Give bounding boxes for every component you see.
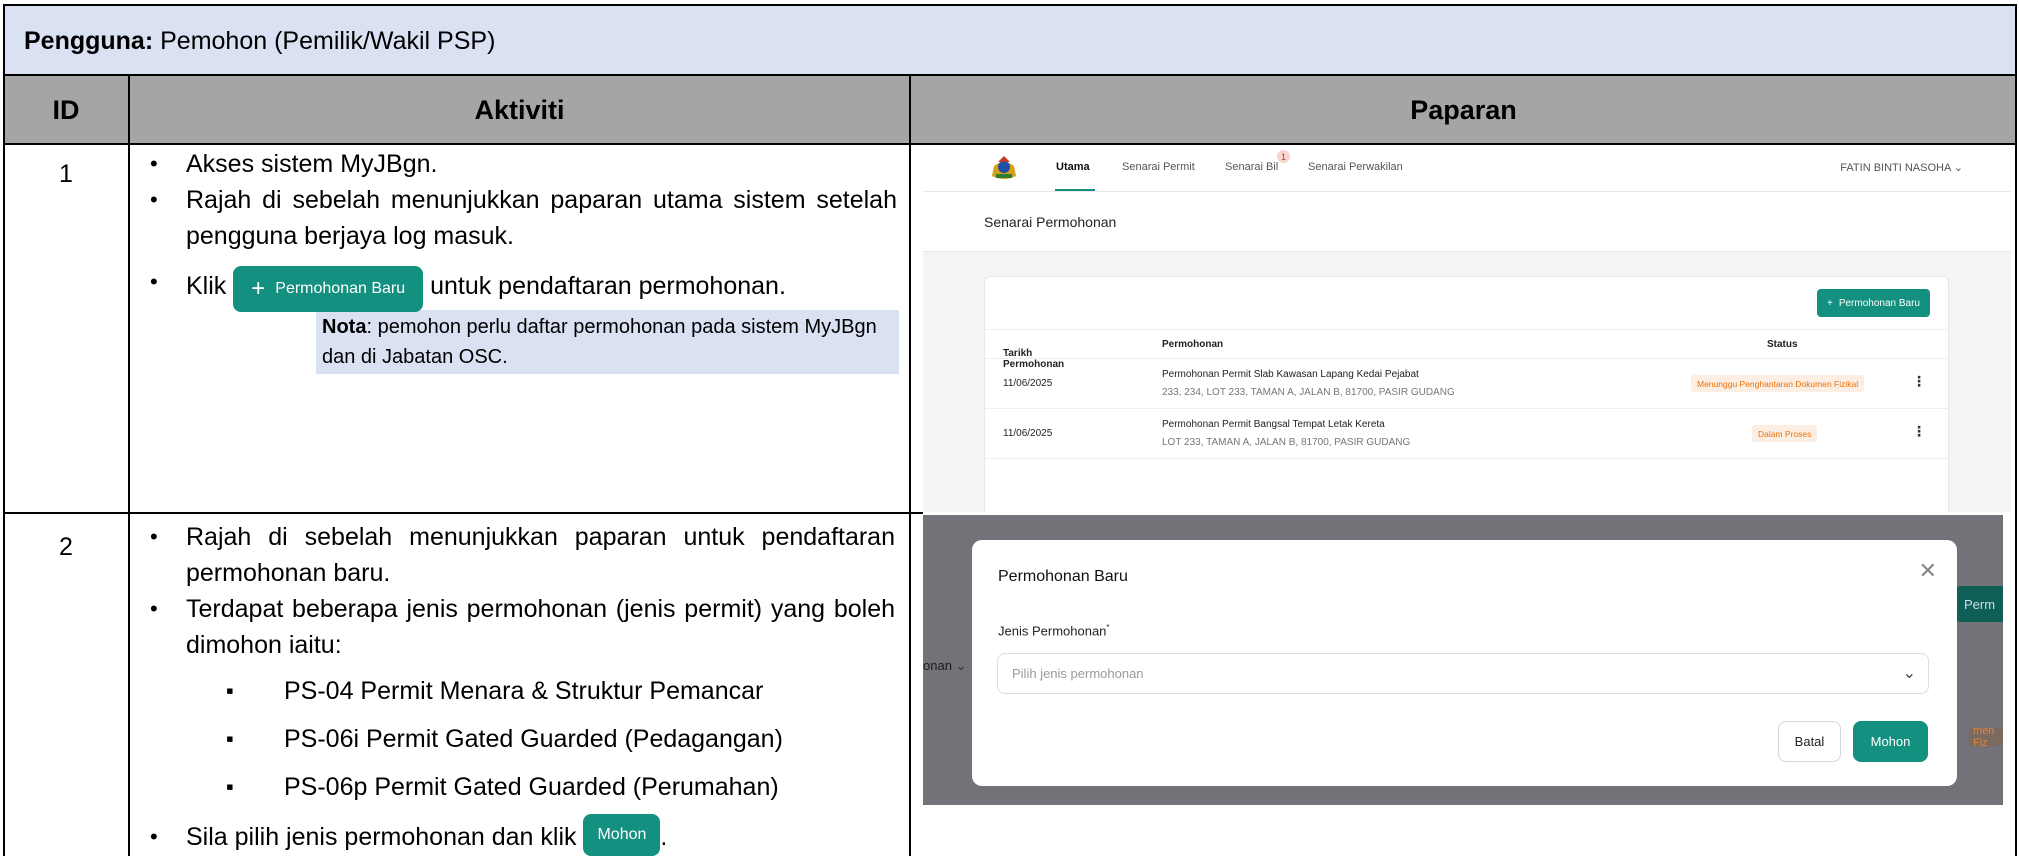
new-application-button[interactable]: + Permohonan Baru	[1816, 289, 1930, 317]
top-nav: Utama Senarai Permit Senarai Bil 1 Senar…	[923, 145, 2011, 192]
border	[3, 4, 2017, 6]
chevron-down-icon: ⌄	[1902, 665, 1916, 682]
column-application: Permohonan	[1162, 339, 1224, 350]
page-header: Senarai Permohonan	[923, 192, 2011, 252]
row-1-activity: Akses sistem MyJBgn. Rajah di sebelah me…	[130, 146, 909, 511]
column-header-activity: Aktiviti	[130, 76, 909, 144]
status-badge: Menunggu Penghantaran Dokumen Fizikal	[1691, 375, 1865, 392]
activity-bullet: Sila pilih jenis permohonan dan klik Moh…	[130, 814, 909, 856]
column-header-id: ID	[4, 76, 128, 144]
table-row[interactable]: 11/06/2025 Permohonan Permit Bangsal Tem…	[985, 409, 1948, 459]
border	[3, 512, 923, 514]
row-title: Permohonan Permit Bangsal Tempat Letak K…	[1162, 419, 1385, 430]
permit-item: PS-06p Permit Gated Guarded (Perumahan)	[130, 769, 909, 805]
table-header: Tarikh Permohonan ⌄ Permohonan Status	[985, 329, 1948, 370]
activity-bullet: Klik +Permohonan Baru untuk pendaftaran …	[130, 264, 909, 312]
row-date: 11/06/2025	[1003, 428, 1053, 439]
modal-title: Permohonan Baru	[998, 568, 1128, 585]
row-address: 233, 234, LOT 233, TAMAN A, JALAN B, 817…	[1162, 387, 1455, 398]
select-placeholder: Pilih jenis permohonan	[1012, 666, 1144, 681]
border	[909, 74, 911, 856]
close-icon[interactable]: ✕	[1919, 558, 1937, 584]
mohon-inline-button: Mohon	[583, 814, 661, 856]
nota-label: Nota	[322, 316, 367, 338]
background-column-text: onan ⌄	[923, 658, 967, 673]
row-title: Permohonan Permit Slab Kawasan Lapang Ke…	[1162, 369, 1419, 380]
activity-bullet: Rajah di sebelah menunjukkan paparan uta…	[130, 182, 897, 254]
nota-text: : pemohon perlu daftar permohonan pada s…	[322, 316, 877, 368]
activity-bullet: Rajah di sebelah menunjukkan paparan unt…	[130, 519, 895, 591]
notification-badge: 1	[1277, 150, 1290, 163]
activity-bullet: Terdapat beberapa jenis permohonan (jeni…	[130, 591, 895, 663]
nav-tab-senarai-perwakilan[interactable]: Senarai Perwakilan	[1308, 161, 1403, 173]
user-label: Pengguna:	[24, 27, 154, 55]
document-table: Pengguna: Pemohon (Pemilik/Wakil PSP) ID…	[0, 0, 2019, 856]
cancel-button[interactable]: Batal	[1778, 721, 1841, 762]
chevron-down-icon: ⌄	[1003, 348, 1012, 359]
user-menu[interactable]: FATIN BINTI NASOHA ⌄	[1840, 161, 1963, 174]
background-status-badge: men Fiz	[1969, 725, 2003, 749]
column-header-display: Paparan	[911, 76, 2016, 144]
application-list-card: + Permohonan Baru Tarikh Permohonan ⌄ Per…	[984, 276, 1949, 512]
permit-item: PS-04 Permit Menara & Struktur Pemancar	[130, 673, 909, 709]
border	[128, 74, 130, 856]
submit-button[interactable]: Mohon	[1853, 721, 1928, 762]
status-badge: Dalam Proses	[1752, 425, 1818, 442]
last-bullet-suffix: .	[660, 823, 668, 851]
border	[3, 143, 2017, 145]
row-1-id: 1	[59, 160, 73, 188]
required-mark: *	[1106, 623, 1110, 632]
plus-icon: +	[1826, 297, 1833, 309]
crest-logo-icon	[992, 156, 1016, 179]
user-value: Pemohon (Pemilik/Wakil PSP)	[160, 27, 496, 55]
more-options-icon[interactable]: ⋮	[1912, 423, 1926, 440]
border	[2015, 4, 2017, 856]
nav-tab-senarai-permit[interactable]: Senarai Permit	[1122, 161, 1195, 173]
plus-icon: +	[251, 275, 266, 302]
row-2-id: 2	[59, 533, 73, 561]
page-title: Senarai Permohonan	[984, 214, 1117, 230]
background-new-button: Perm	[1956, 586, 2003, 622]
nav-tab-senarai-bil[interactable]: Senarai Bil	[1225, 161, 1278, 173]
application-type-select[interactable]: Pilih jenis permohonan ⌄	[997, 653, 1929, 694]
row-address: LOT 233, TAMAN A, JALAN B, 81700, PASIR …	[1162, 437, 1411, 448]
border	[3, 4, 5, 856]
row-date: 11/06/2025	[1003, 378, 1053, 389]
row-2-activity: Rajah di sebelah menunjukkan paparan unt…	[130, 515, 909, 856]
permit-item: PS-06i Permit Gated Guarded (Pedagangan)	[130, 721, 909, 757]
active-tab-underline	[1055, 189, 1095, 191]
screenshot-new-application-modal: onan ⌄ Perm men Fiz Permohonan Baru ✕ Je…	[923, 515, 2003, 805]
new-application-modal: Permohonan Baru ✕ Jenis Permohonan* Pili…	[972, 540, 1957, 786]
user-header: Pengguna: Pemohon (Pemilik/Wakil PSP)	[4, 5, 2016, 74]
last-bullet-text: Sila pilih jenis permohonan dan klik	[186, 823, 577, 851]
column-status: Status	[1767, 339, 1798, 350]
chevron-down-icon: ⌄	[1953, 162, 1963, 174]
klik-text: Klik	[186, 272, 227, 300]
application-type-label: Jenis Permohonan*	[998, 623, 1110, 639]
table-row[interactable]: 11/06/2025 Permohonan Permit Slab Kawasa…	[985, 359, 1948, 409]
activity-bullet: Akses sistem MyJBgn.	[130, 146, 909, 182]
more-options-icon[interactable]: ⋮	[1912, 373, 1926, 390]
klik-suffix: untuk pendaftaran permohonan.	[430, 272, 786, 300]
border	[3, 74, 2017, 76]
nota-box: Nota: pemohon perlu daftar permohonan pa…	[316, 310, 899, 374]
screenshot-main-page: Utama Senarai Permit Senarai Bil 1 Senar…	[923, 145, 2011, 512]
nav-tab-utama[interactable]: Utama	[1056, 161, 1090, 173]
new-application-inline-button: + Permohonan Baru	[233, 266, 424, 312]
